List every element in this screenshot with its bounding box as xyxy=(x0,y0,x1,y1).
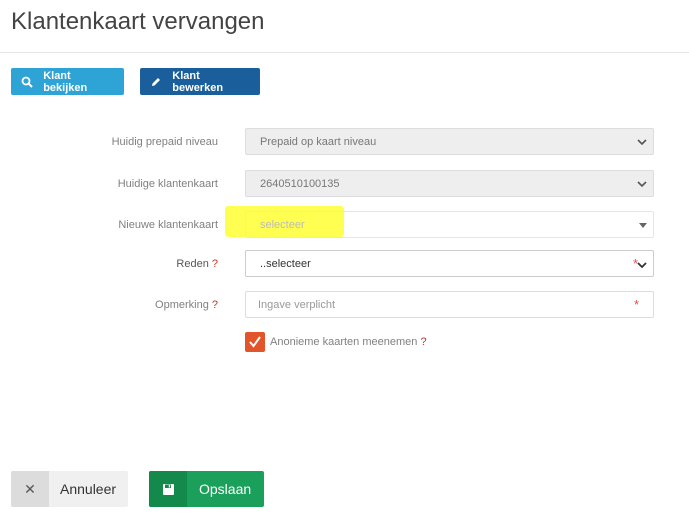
edit-customer-label: Klant bewerken xyxy=(172,69,224,94)
save-button[interactable]: Opslaan xyxy=(149,471,264,507)
current-card-select: 2640510100135 xyxy=(245,170,654,197)
new-card-value: selecteer xyxy=(260,218,305,231)
remark-input[interactable]: Ingave verplicht * xyxy=(245,291,654,318)
prepaid-level-select: Prepaid op kaart niveau xyxy=(245,128,654,155)
view-customer-label: Klant bekijken xyxy=(43,69,88,94)
remark-label-text: Opmerking xyxy=(155,299,209,311)
page-title: Klantenkaart vervangen xyxy=(11,8,265,35)
anonymous-cards-label: Anonieme kaarten meenemen ? xyxy=(270,336,427,348)
prepaid-level-label: Huidig prepaid niveau xyxy=(111,136,218,148)
checkmark-icon xyxy=(249,336,261,348)
anonymous-cards-help-icon[interactable]: ? xyxy=(420,336,426,348)
caret-down-icon xyxy=(639,223,647,228)
remark-help-icon[interactable]: ? xyxy=(212,299,218,311)
chevron-down-icon xyxy=(637,181,647,188)
reason-label: Reden ? xyxy=(18,258,218,270)
reason-label-text: Reden xyxy=(176,258,209,270)
view-customer-button[interactable]: Klant bekijken xyxy=(11,68,124,95)
remark-required-mark: * xyxy=(633,297,639,312)
new-card-label: Nieuwe klantenkaart xyxy=(118,219,218,231)
save-label: Opslaan xyxy=(199,481,252,497)
pencil-icon xyxy=(148,74,163,90)
search-icon xyxy=(19,74,34,90)
chevron-down-icon xyxy=(637,262,647,269)
reason-help-icon[interactable]: ? xyxy=(212,258,218,270)
current-card-value: 2640510100135 xyxy=(260,177,340,190)
edit-customer-button[interactable]: Klant bewerken xyxy=(140,68,260,95)
close-icon: ✕ xyxy=(11,471,49,507)
anonymous-cards-label-text: Anonieme kaarten meenemen xyxy=(270,336,418,348)
title-divider xyxy=(0,52,689,53)
cancel-label: Annuleer xyxy=(60,481,117,497)
reason-value: ..selecteer xyxy=(260,257,311,270)
new-card-select[interactable]: selecteer xyxy=(245,211,654,238)
anonymous-cards-checkbox[interactable] xyxy=(245,332,265,352)
floppy-disk-icon xyxy=(149,471,187,507)
current-card-label: Huidige klantenkaart xyxy=(117,178,218,190)
chevron-down-icon xyxy=(637,139,647,146)
prepaid-level-value: Prepaid op kaart niveau xyxy=(260,135,377,148)
remark-placeholder: Ingave verplicht xyxy=(258,298,336,311)
cancel-button[interactable]: ✕ Annuleer xyxy=(11,471,128,507)
remark-label: Opmerking ? xyxy=(18,299,218,311)
reason-select[interactable]: ..selecteer * xyxy=(245,250,654,277)
